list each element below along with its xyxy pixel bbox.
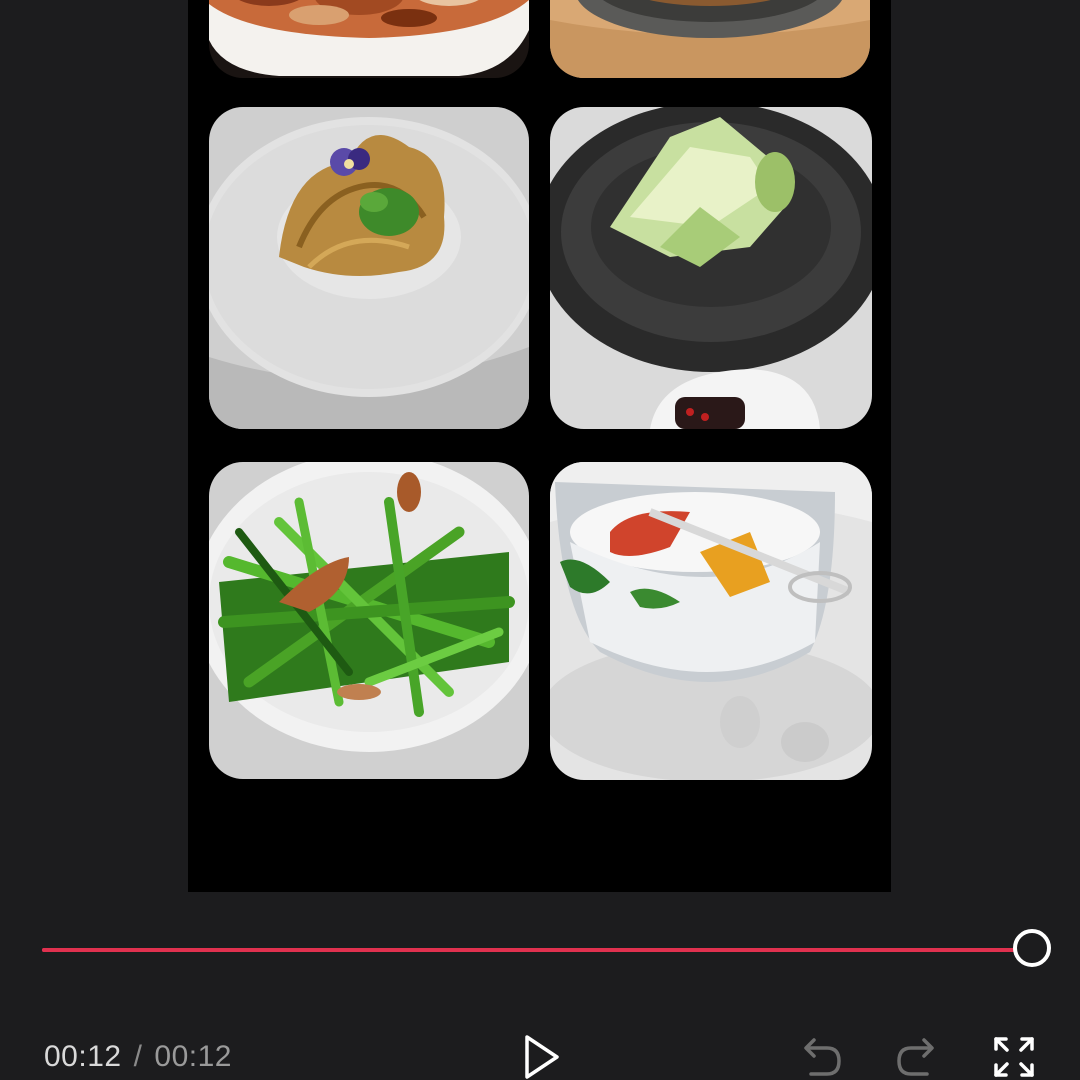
undo-button[interactable] [797,1034,845,1080]
video-preview[interactable] [188,0,891,892]
progress-thumb[interactable] [1013,929,1051,967]
redo-button[interactable] [893,1034,941,1080]
fullscreen-icon [994,1037,1034,1077]
photo-tile-clay-pot [550,0,870,78]
play-button[interactable] [517,1034,565,1080]
photo-tile-braised-meat [209,0,529,78]
photo-tile-dessert-glass [550,462,872,780]
play-icon [525,1035,559,1079]
undo-icon [804,1038,841,1076]
fullscreen-button[interactable] [990,1034,1038,1080]
time-separator: / [133,1040,143,1073]
time-display: 00:12 / 00:12 [44,1040,232,1074]
redo-icon [897,1038,934,1076]
video-editor-screen: 00:12 / 00:12 [0,0,1080,1080]
progress-fill [42,948,1032,952]
current-time: 00:12 [44,1040,122,1073]
photo-tile-greens-dish [209,462,529,779]
total-duration: 00:12 [154,1040,232,1073]
photo-tile-melon-dish [550,107,872,429]
progress-track[interactable] [42,948,1032,952]
photo-tile-tripe-dish [209,107,529,429]
